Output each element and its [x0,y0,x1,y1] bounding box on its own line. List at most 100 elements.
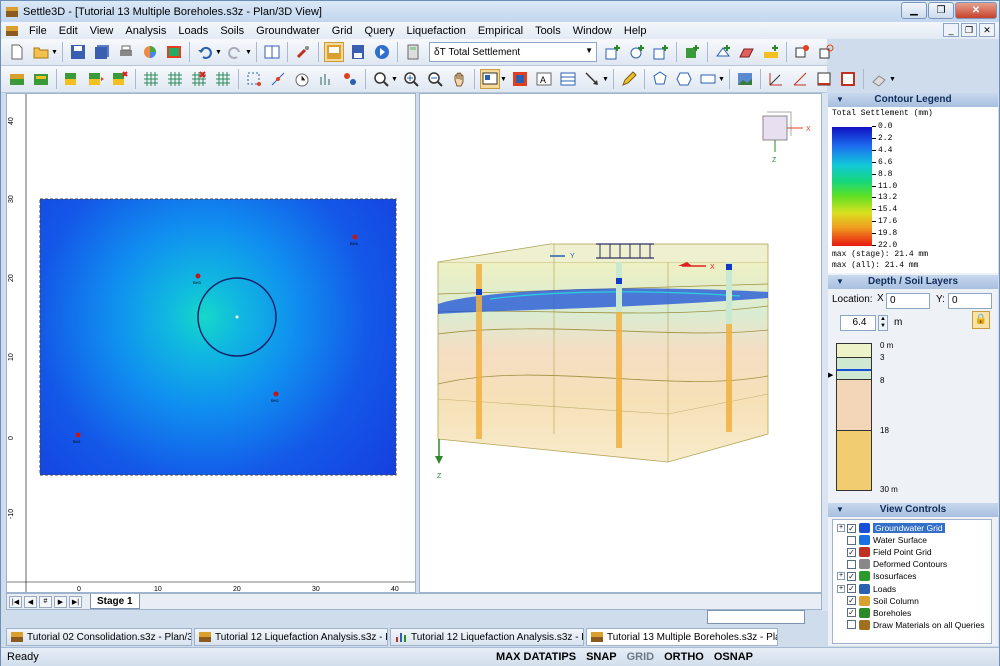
stage-number-button[interactable]: # [39,595,52,608]
soil-properties-icon[interactable] [31,69,51,89]
eraser-icon[interactable] [869,69,889,89]
view-control-checkbox[interactable]: ✓ [847,523,856,533]
depth-spinner[interactable]: ▲ ▼ [878,315,888,331]
save-all-icon[interactable] [92,42,112,62]
graph-icon[interactable] [316,69,336,89]
open-folder-icon[interactable] [31,42,51,62]
add-load-icon[interactable] [713,42,733,62]
add-query-line-icon[interactable] [651,42,671,62]
insert-layer-icon[interactable] [86,69,106,89]
contour-options-icon[interactable] [510,69,530,89]
angle-icon[interactable] [790,69,810,89]
osnap-button[interactable]: OSNAP [709,651,758,663]
collapse-icon[interactable]: ▼ [836,503,844,517]
undo-dropdown-icon[interactable]: ▼ [215,49,223,56]
project-settings-icon[interactable] [7,69,27,89]
menu-view[interactable]: View [84,25,120,37]
draw-rectangle-icon[interactable] [698,69,718,89]
frame-icon[interactable] [814,69,834,89]
view-control-item[interactable]: ✓ Boreholes [837,607,911,619]
view-controls-header[interactable]: ▼ View Controls [828,503,998,517]
draw-arrow-icon[interactable] [582,69,602,89]
filled-frame-icon[interactable] [838,69,858,89]
expand-icon[interactable]: + [837,572,845,581]
add-excavation-circle-icon[interactable] [816,42,836,62]
minimize-button[interactable]: ▁ [901,2,927,19]
view-control-checkbox[interactable]: ✓ [847,571,856,581]
time-stage-icon[interactable] [292,69,312,89]
grid-icon[interactable] [141,69,161,89]
lock-icon[interactable]: 🔒 [972,311,990,329]
eraser-dropdown-icon[interactable]: ▼ [889,76,897,83]
save-view-icon[interactable] [348,42,368,62]
mdi-minimize-button[interactable]: _ [943,23,959,37]
arrow-dropdown-icon[interactable]: ▼ [602,76,610,83]
prev-stage-button[interactable]: ◀ [24,595,37,608]
menu-groundwater[interactable]: Groundwater [250,25,326,37]
menu-soils[interactable]: Soils [214,25,250,37]
plan-view-canvas[interactable]: 40 30 20 10 0 -10 0 10 20 30 40 BH1 BH2 … [7,94,416,593]
menu-grid[interactable]: Grid [326,25,359,37]
add-query-circle-icon[interactable] [627,42,647,62]
split-view-icon[interactable] [262,42,282,62]
pan-hand-icon[interactable] [449,69,469,89]
add-layer-icon[interactable] [62,69,82,89]
document-tab[interactable]: Tutorial 12 Liquefaction Analysis.s3z - … [390,628,584,646]
add-borehole-icon[interactable] [682,42,702,62]
settlement-contour-area[interactable] [39,198,397,476]
view-control-checkbox[interactable]: ✓ [847,547,856,557]
grid-button[interactable]: GRID [622,651,660,663]
menu-loads[interactable]: Loads [172,25,214,37]
menu-query[interactable]: Query [359,25,401,37]
view-control-item[interactable]: Deformed Contours [837,558,947,570]
view-control-item[interactable]: + ✓ Isosurfaces [837,570,916,582]
zoom-in-icon[interactable] [401,69,421,89]
mdi-close-button[interactable]: ✕ [979,23,995,37]
max-datatips-button[interactable]: MAX DATATIPS [491,651,581,663]
add-text-icon[interactable]: A [534,69,554,89]
zoom-dropdown-icon[interactable]: ▼ [391,76,399,83]
first-stage-button[interactable]: |◀ [9,595,22,608]
add-excavation-icon[interactable] [792,42,812,62]
add-query-point-icon[interactable] [603,42,623,62]
zoom-icon[interactable] [371,69,391,89]
expand-icon[interactable]: + [837,524,845,532]
view-control-item[interactable]: Water Surface [837,534,927,546]
collapse-icon[interactable]: ▼ [836,93,844,107]
depth-soil-layers-header[interactable]: ▼ Depth / Soil Layers [828,275,998,289]
undo-icon[interactable] [195,42,215,62]
calculator-icon[interactable] [403,42,423,62]
add-vertex-icon[interactable] [268,69,288,89]
dimension-icon[interactable] [766,69,786,89]
expand-icon[interactable]: + [837,584,845,593]
3d-view-canvas[interactable]: X Z Y X Z [420,94,822,593]
redo-icon[interactable] [225,42,245,62]
query-graph-icon[interactable] [340,69,360,89]
plan-view[interactable]: 40 30 20 10 0 -10 0 10 20 30 40 BH1 BH2 … [6,93,416,593]
tools-icon[interactable] [293,42,313,62]
collapse-icon[interactable]: ▼ [836,275,844,289]
grid-add-icon[interactable] [165,69,185,89]
compute-icon[interactable] [372,42,392,62]
plan-view-icon[interactable] [324,42,344,62]
draw-polyline-icon[interactable] [674,69,694,89]
display-dropdown-icon[interactable]: ▼ [500,76,508,83]
soil-column[interactable] [836,343,872,491]
view-control-item[interactable]: ✓ Soil Column [837,595,919,607]
add-polygon-load-icon[interactable] [737,42,757,62]
menu-edit[interactable]: Edit [53,25,84,37]
mdi-restore-button[interactable]: ❐ [961,23,977,37]
menu-help[interactable]: Help [618,25,653,37]
location-y-input[interactable]: 0 [948,293,992,309]
ortho-button[interactable]: ORTHO [659,651,709,663]
view-control-checkbox[interactable]: ✓ [847,596,856,606]
document-tab[interactable]: Tutorial 02 Consolidation.s3z - Plan/3D … [6,628,192,646]
view-control-checkbox[interactable] [847,535,856,545]
document-tab-active[interactable]: Tutorial 13 Multiple Boreholes.s3z - Pla… [586,628,778,646]
3d-view[interactable]: X Z Y X Z [419,93,822,593]
picture-icon[interactable] [164,42,184,62]
menu-analysis[interactable]: Analysis [119,25,172,37]
save-icon[interactable] [68,42,88,62]
menu-tools[interactable]: Tools [529,25,567,37]
color-wheel-icon[interactable] [140,42,160,62]
